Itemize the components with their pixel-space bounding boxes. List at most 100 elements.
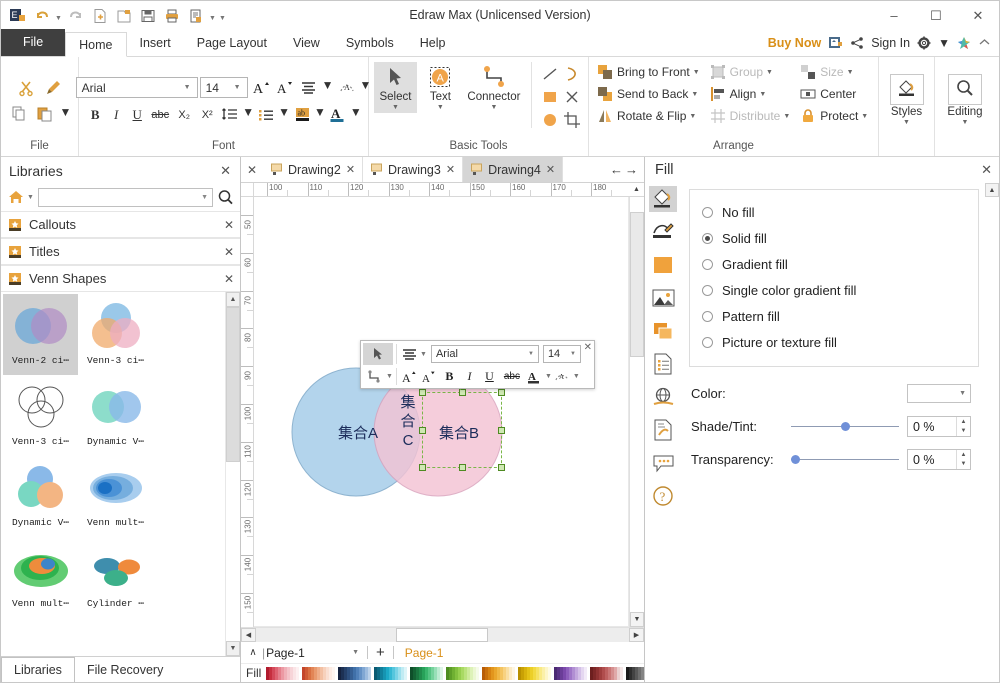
add-page-button[interactable]: + — [373, 645, 388, 660]
spinner-down-icon[interactable]: ▼ — [957, 460, 970, 470]
option-solid-fill[interactable]: Solid fill — [702, 225, 978, 251]
option-gradient-fill[interactable]: Gradient fill — [702, 251, 978, 277]
option-pattern-fill[interactable]: Pattern fill — [702, 303, 978, 329]
editing-dropdown-icon[interactable]: ▼ — [962, 119, 969, 126]
curve-text-button[interactable]: A — [553, 367, 572, 386]
scroll-track[interactable] — [226, 307, 240, 641]
italic-button[interactable]: I — [106, 104, 126, 126]
cloud-document-icon[interactable] — [828, 35, 843, 50]
radio-solid-fill[interactable] — [702, 232, 713, 244]
page-select-combo[interactable]: | Page-1 ▼ — [262, 644, 362, 661]
fill-icon[interactable] — [649, 186, 677, 212]
highlight-dropdown-icon[interactable]: ▼ — [314, 105, 326, 124]
font-color-dropdown-icon[interactable]: ▼ — [350, 105, 362, 124]
transparency-slider-knob[interactable] — [791, 455, 800, 464]
shape-item-dynamic-venn-3[interactable]: Dynamic V⋯ — [3, 456, 78, 537]
resize-handle-e[interactable] — [498, 427, 505, 434]
libraries-close-icon[interactable]: ✕ — [217, 163, 234, 179]
format-painter-button[interactable] — [43, 77, 65, 99]
rectangle-tool-button[interactable] — [539, 86, 561, 108]
bold-button[interactable]: B — [440, 367, 459, 386]
shape-item-cylinder[interactable]: Cylinder ⋯ — [78, 537, 153, 618]
spinner-arrows[interactable]: ▲ ▼ — [956, 417, 970, 436]
size-button[interactable]: Size ▼ — [797, 63, 871, 81]
select-tool-button[interactable]: Select ▼ — [374, 62, 417, 113]
resize-handle-sw[interactable] — [419, 464, 426, 471]
tab-file[interactable]: File — [1, 29, 66, 56]
resize-handle-nw[interactable] — [419, 389, 426, 396]
send-to-back-button[interactable]: Send to Back ▼ — [594, 85, 703, 103]
shadow-icon[interactable] — [649, 318, 677, 344]
home-dropdown-icon[interactable]: ▼ — [27, 194, 34, 201]
properties-icon[interactable] — [649, 351, 677, 377]
styles-dropdown-icon[interactable]: ▼ — [903, 119, 910, 126]
text-align-button[interactable] — [298, 77, 320, 99]
paste-dropdown-icon[interactable]: ▼ — [60, 105, 72, 123]
tab-libraries[interactable]: Libraries — [1, 657, 75, 682]
nav-prev-icon[interactable]: ← — [610, 162, 623, 177]
sign-in-link[interactable]: Sign In — [871, 36, 910, 50]
search-input[interactable] — [38, 188, 198, 206]
scroll-down-icon[interactable]: ▼ — [630, 612, 644, 627]
shape-item-venn-multi-green[interactable]: Venn mult⋯ — [3, 537, 78, 618]
line-icon[interactable] — [649, 219, 677, 245]
shape-item-dynamic-venn-2[interactable]: Dynamic V⋯ — [78, 375, 153, 456]
font-color-button[interactable]: A — [525, 367, 544, 386]
shrink-font-button[interactable]: A — [420, 367, 439, 386]
copy-button[interactable] — [8, 103, 30, 125]
page-tab-page-1[interactable]: Page-1 — [399, 646, 450, 660]
tab-page-layout[interactable]: Page Layout — [184, 31, 280, 56]
radio-no-fill[interactable] — [702, 206, 713, 218]
export-button[interactable] — [184, 5, 207, 27]
circle-a-label[interactable]: 集合A — [338, 422, 378, 443]
float-font-size-combo[interactable]: 14 ▼ — [542, 345, 581, 363]
curve-dropdown-icon[interactable]: ▼ — [573, 373, 580, 380]
tab-view[interactable]: View — [280, 31, 333, 56]
connector-dropdown-icon[interactable]: ▼ — [490, 104, 497, 111]
canvas-vertical-scrollbar[interactable]: ▼ — [629, 197, 644, 627]
help-icon[interactable]: ? — [649, 483, 677, 509]
close-icon[interactable]: ✕ — [224, 272, 234, 286]
settings-dropdown-icon[interactable]: ▼ — [938, 36, 950, 50]
shade-tint-slider-knob[interactable] — [841, 422, 850, 431]
color-icon[interactable] — [649, 252, 677, 278]
scroll-thumb[interactable] — [226, 307, 240, 462]
text-align-button[interactable] — [400, 345, 419, 364]
maximize-button[interactable]: ☐ — [915, 1, 957, 30]
close-all-documents-icon[interactable]: ✕ — [241, 157, 263, 182]
library-category-venn-shapes[interactable]: Venn Shapes ✕ — [1, 265, 240, 292]
cut-button[interactable] — [15, 77, 37, 99]
shade-tint-slider[interactable] — [791, 417, 899, 436]
spinner-up-icon[interactable]: ▲ — [957, 417, 970, 427]
grow-font-button[interactable]: A — [400, 367, 419, 386]
distribute-button[interactable]: Distribute ▼ — [707, 107, 794, 125]
shape-item-venn-3-circles-color[interactable]: Venn-3 ci⋯ — [78, 294, 153, 375]
library-category-callouts[interactable]: Callouts ✕ — [1, 211, 240, 238]
document-tab-drawing3[interactable]: Drawing3 ✕ — [363, 157, 464, 182]
float-font-family-combo[interactable]: Arial ▼ — [430, 345, 539, 363]
spinner-arrows[interactable]: ▲ ▼ — [956, 450, 970, 469]
edraw-logo-icon[interactable]: E — [6, 5, 29, 27]
scroll-up-icon[interactable]: ▲ — [226, 292, 240, 307]
scroll-right-icon[interactable]: ▶ — [629, 628, 644, 642]
close-shape-button[interactable] — [561, 86, 583, 108]
scroll-thumb[interactable] — [396, 628, 488, 642]
fill-panel-scrollbar[interactable]: ▲ — [985, 183, 999, 682]
radio-pattern-fill[interactable] — [702, 310, 713, 322]
group-button[interactable]: Group ▼ — [707, 63, 794, 81]
minimize-button[interactable]: – — [873, 1, 915, 30]
selection-box[interactable] — [419, 360, 505, 471]
tab-home[interactable]: Home — [65, 32, 127, 57]
styles-button[interactable]: Styles ▼ — [884, 72, 929, 128]
line-spacing-dropdown-icon[interactable]: ▼ — [242, 105, 254, 124]
rotate-flip-button[interactable]: Rotate & Flip ▼ — [594, 107, 703, 125]
document-tab-drawing2[interactable]: Drawing2 ✕ — [263, 157, 364, 182]
connector-tool-button[interactable] — [363, 367, 385, 386]
close-icon[interactable]: ✕ — [546, 163, 555, 176]
tab-symbols[interactable]: Symbols — [333, 31, 407, 56]
quick-access-more-icon[interactable]: ▼ — [218, 5, 227, 27]
tab-help[interactable]: Help — [407, 31, 459, 56]
transparency-slider[interactable] — [791, 450, 899, 469]
line-spacing-button[interactable] — [219, 104, 241, 126]
subscript-button[interactable]: X₂ — [173, 104, 195, 126]
